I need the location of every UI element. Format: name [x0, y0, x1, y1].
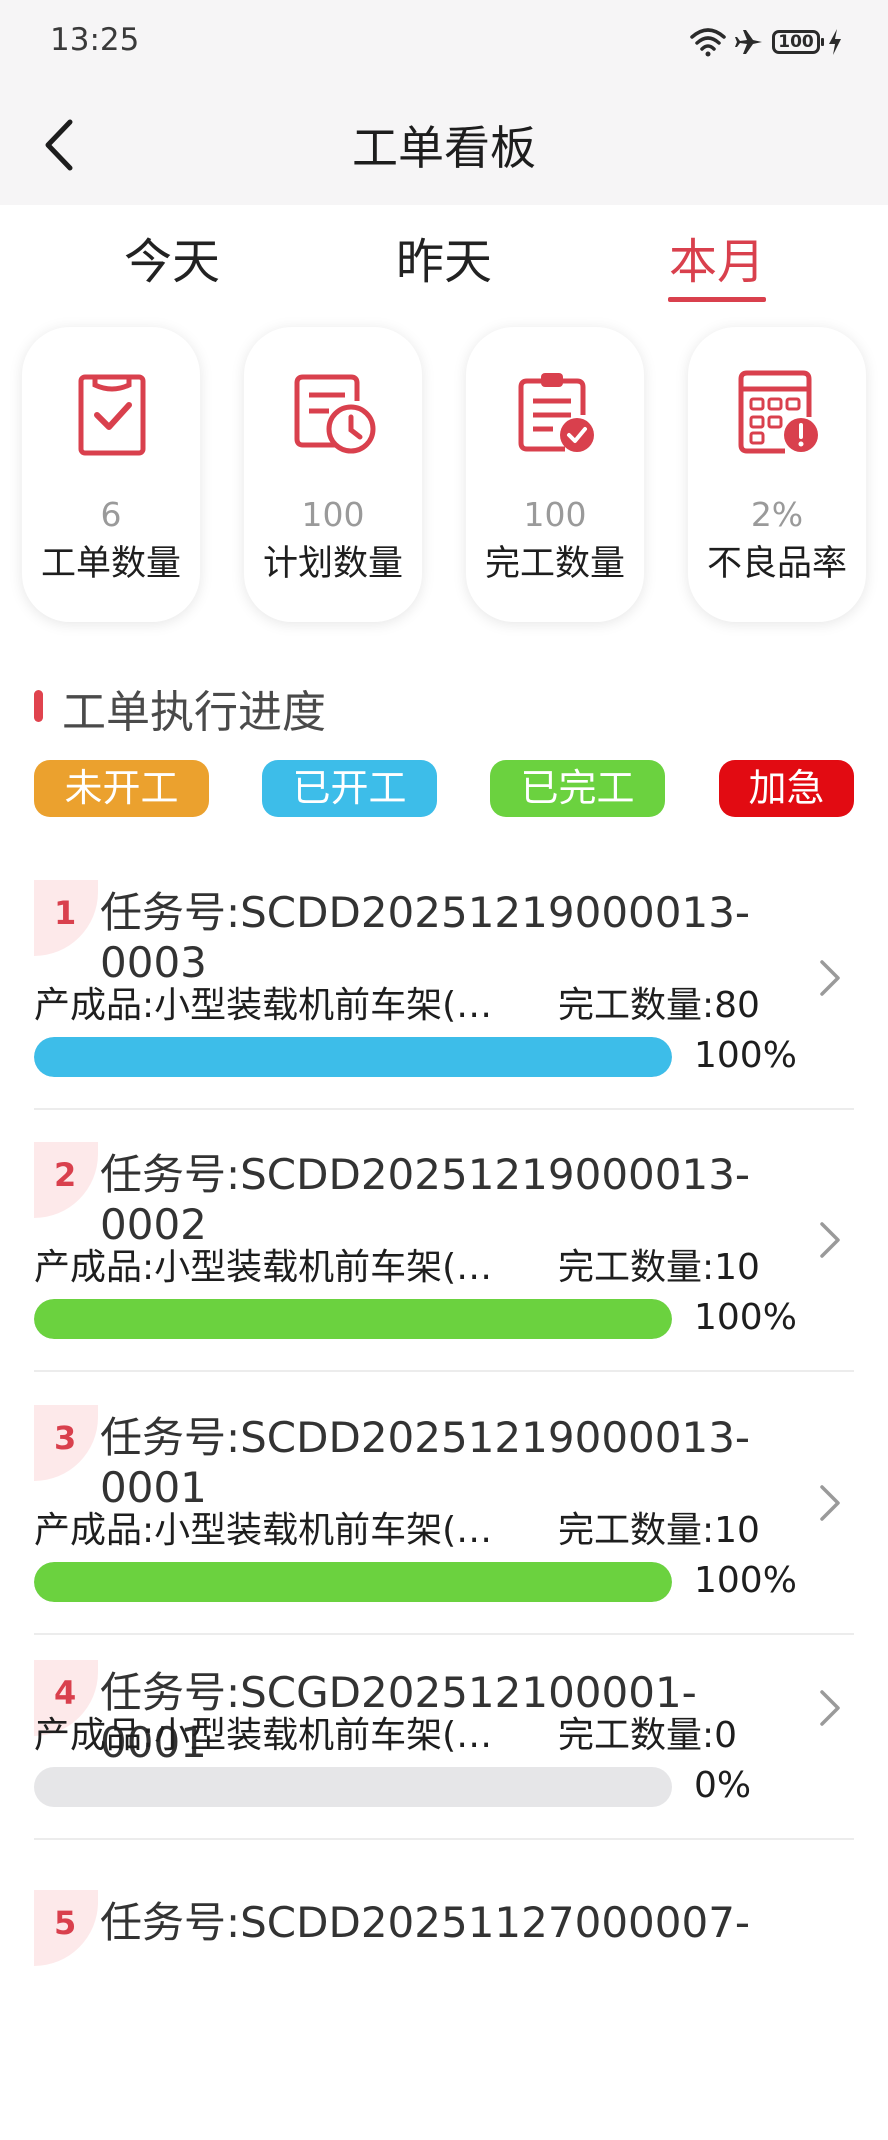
stat-value: 100 [523, 495, 587, 534]
order-task-line1: 任务号:SCDD20251219000013- [100, 1413, 751, 1462]
order-completed-qty: 完工数量:80 [558, 985, 760, 1026]
order-product: 产成品:小型装载机前车架(… [34, 1510, 493, 1551]
order-index: 5 [54, 1904, 77, 1942]
legend-urgent: 加急 [719, 760, 854, 817]
order-row[interactable]: 3 任务号:SCDD20251219000013- 0001 产成品:小型装载机前车架… [34, 1405, 854, 1655]
order-index: 3 [54, 1419, 77, 1457]
order-progress-bar [34, 1037, 672, 1077]
order-index-badge: 3 [34, 1405, 98, 1481]
order-progress-fill [34, 1562, 672, 1602]
order-task-number: 任务号:SCDD20251219000013- 0002 [100, 1150, 800, 1250]
stat-card-planned[interactable]: 100 计划数量 [244, 327, 422, 622]
row-divider [34, 1108, 854, 1110]
order-progress-percent: 100% [694, 1035, 797, 1076]
order-index-badge: 1 [34, 880, 98, 956]
stat-label: 不良品率 [706, 544, 847, 584]
section-marker [34, 690, 43, 722]
order-row[interactable]: 2 任务号:SCDD20251219000013- 0002 产成品:小型装载机前车架… [34, 1142, 854, 1392]
order-progress-percent: 100% [694, 1297, 797, 1338]
order-completed-qty: 完工数量:10 [558, 1510, 760, 1551]
order-task-number: 任务号:SCDD20251219000013- 0003 [100, 888, 800, 988]
order-row[interactable]: 1 任务号:SCDD20251219000013- 0003 产成品:小型装载机前车架… [34, 880, 854, 1130]
top-bar: 13:25 100 工单看板 [0, 0, 888, 205]
status-time: 13:25 [50, 22, 140, 58]
order-progress-percent: 0% [694, 1765, 752, 1806]
tab-today[interactable]: 今天 [92, 222, 252, 292]
order-product: 产成品:小型装载机前车架(… [34, 1715, 493, 1756]
order-progress-bar [34, 1562, 672, 1602]
order-index-badge: 5 [34, 1890, 98, 1966]
charging-icon [829, 29, 841, 55]
order-task-number: 任务号:SCDD20251127000007- [100, 1898, 800, 1948]
order-progress-bar [34, 1299, 672, 1339]
tab-this-month[interactable]: 本月 [637, 222, 797, 292]
stat-label: 计划数量 [262, 544, 403, 584]
order-progress-fill [34, 1299, 672, 1339]
stat-value: 2% [750, 495, 804, 534]
stat-label: 完工数量 [484, 544, 625, 584]
chevron-right-icon [820, 1690, 840, 1726]
stat-card-defect-rate[interactable]: 2% 不良品率 [688, 327, 866, 622]
stat-value: 6 [100, 495, 122, 534]
page-title: 工单看板 [352, 121, 536, 175]
legend-completed: 已完工 [490, 760, 665, 817]
legend-not-started: 未开工 [34, 760, 209, 817]
status-icons: 100 [690, 22, 842, 62]
period-tabs: 今天 昨天 本月 [0, 212, 888, 307]
row-divider [34, 1633, 854, 1635]
order-task-line1: 任务号:SCDD20251219000013- [100, 888, 751, 937]
stat-card-orders[interactable]: 6 工单数量 [22, 327, 200, 622]
order-row[interactable]: 4 任务号:SCGD202512100001-0001 产成品:小型装载机前车架(…… [34, 1660, 854, 1910]
order-index: 2 [54, 1156, 77, 1194]
battery-icon: 100 [772, 30, 824, 54]
clipboard-check-icon [78, 374, 146, 456]
order-task-line1: 任务号:SCDD20251219000013- [100, 1150, 751, 1199]
order-progress-fill [34, 1037, 672, 1077]
chevron-right-icon [820, 1222, 840, 1258]
stat-card-completed[interactable]: 100 完工数量 [466, 327, 644, 622]
chevron-right-icon [820, 960, 840, 996]
stat-label: 工单数量 [40, 544, 181, 584]
row-divider [34, 1370, 854, 1372]
order-index: 1 [54, 894, 77, 932]
order-progress-bar [34, 1767, 672, 1807]
order-product: 产成品:小型装载机前车架(… [34, 985, 493, 1026]
clipboard-done-icon [518, 373, 594, 452]
chevron-right-icon [820, 1485, 840, 1521]
order-progress-percent: 100% [694, 1560, 797, 1601]
order-index-badge: 2 [34, 1142, 98, 1218]
stat-value: 100 [301, 495, 365, 534]
section-title: 工单执行进度 [62, 687, 326, 738]
wifi-icon [690, 28, 726, 57]
order-row[interactable]: 5 任务号:SCDD20251127000007- [34, 1890, 854, 2140]
tab-yesterday[interactable]: 昨天 [364, 222, 524, 292]
order-task-number: 任务号:SCDD20251219000013- 0001 [100, 1413, 800, 1513]
legend-started: 已开工 [262, 760, 437, 817]
order-completed-qty: 完工数量:0 [558, 1715, 738, 1756]
calendar-alert-icon [738, 370, 818, 454]
airplane-icon [735, 30, 762, 54]
calendar-clock-icon [294, 374, 376, 454]
order-task-line1: 任务号:SCDD20251127000007- [100, 1898, 751, 1947]
order-completed-qty: 完工数量:10 [558, 1247, 760, 1288]
active-tab-indicator [668, 297, 766, 302]
order-product: 产成品:小型装载机前车架(… [34, 1247, 493, 1288]
row-divider [34, 1838, 854, 1840]
